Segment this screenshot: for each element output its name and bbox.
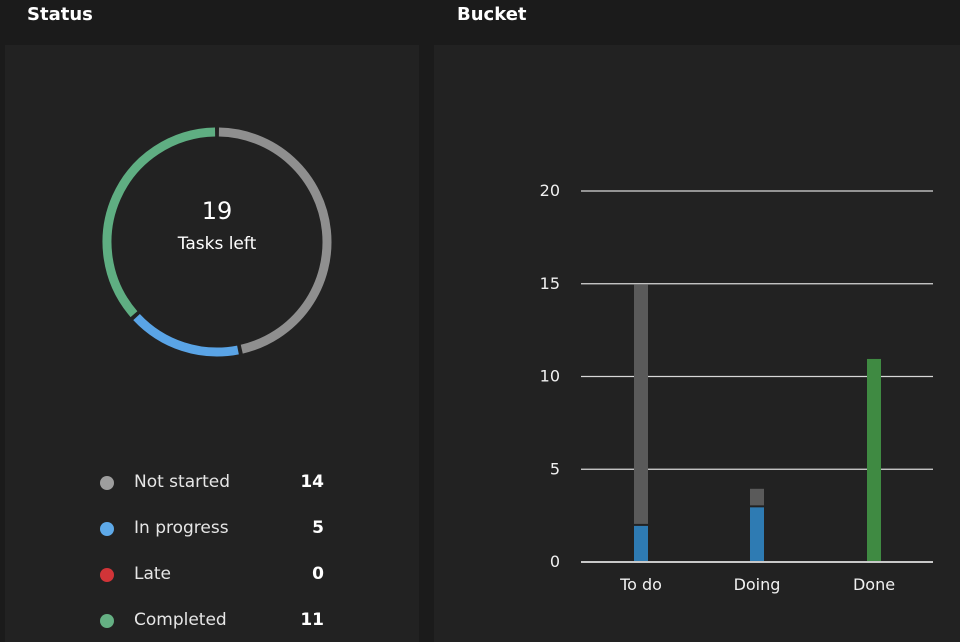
x-category-label: Doing <box>734 575 781 594</box>
y-tick-label: 20 <box>540 181 560 200</box>
y-tick-label: 5 <box>550 459 560 478</box>
status-panel-title: Status <box>27 4 93 25</box>
x-category-label: Done <box>853 575 895 594</box>
y-tick-label: 10 <box>540 367 560 386</box>
legend-dot-in-progress <box>100 522 114 536</box>
bar-in-progress[interactable] <box>634 525 648 561</box>
x-category-label: To do <box>619 575 662 594</box>
bucket-panel: 0 5 10 15 20 To do Doing Done <box>434 45 960 642</box>
legend-item-late[interactable]: Late 0 <box>100 563 330 587</box>
legend-value: 5 <box>312 518 324 538</box>
legend-item-in-progress[interactable]: In progress 5 <box>100 517 330 541</box>
tasks-left-label: Tasks left <box>177 234 257 254</box>
bar-not-started[interactable] <box>750 488 764 506</box>
y-tick-label: 0 <box>550 552 560 571</box>
legend-label: Completed <box>134 610 227 630</box>
bar-in-progress[interactable] <box>750 507 764 561</box>
legend-item-completed[interactable]: Completed 11 <box>100 609 330 633</box>
status-donut-chart[interactable]: 19 Tasks left <box>97 122 337 362</box>
legend-value: 11 <box>300 610 324 630</box>
y-tick-label: 15 <box>540 274 560 293</box>
bar-completed[interactable] <box>867 358 881 561</box>
bar-not-started[interactable] <box>634 284 648 524</box>
legend-dot-completed <box>100 614 114 628</box>
donut-segment-in-progress[interactable] <box>133 313 239 357</box>
bucket-bar-chart: 0 5 10 15 20 To do Doing Done <box>540 181 933 594</box>
tasks-left-count: 19 <box>201 197 233 225</box>
status-panel: 19 Tasks left Not started 14 In progress… <box>5 45 419 642</box>
legend-label: In progress <box>134 518 229 538</box>
legend-label: Not started <box>134 472 231 492</box>
legend-value: 14 <box>300 472 324 492</box>
legend-dot-late <box>100 568 114 582</box>
legend-item-not-started[interactable]: Not started 14 <box>100 471 330 495</box>
legend-value: 0 <box>312 564 324 584</box>
legend-label: Late <box>134 564 172 584</box>
legend-dot-not-started <box>100 476 114 490</box>
bucket-panel-title: Bucket <box>457 4 527 25</box>
